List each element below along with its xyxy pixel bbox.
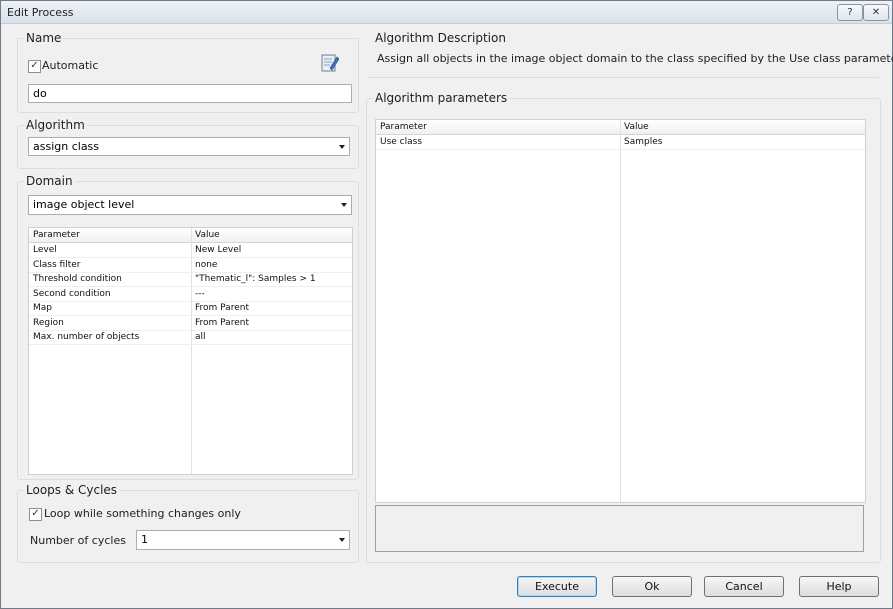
execute-button[interactable]: Execute (517, 576, 597, 597)
column-header-parameter: Parameter (380, 122, 427, 132)
domain-parameter-grid[interactable]: Parameter Value Level New Level Class fi… (28, 227, 353, 475)
number-of-cycles-select[interactable]: 1 (136, 530, 350, 550)
algorithm-group-title: Algorithm (24, 118, 87, 132)
table-row[interactable]: Second condition --- (29, 287, 352, 302)
parameter-cell: Class filter (33, 259, 81, 270)
parameter-cell: Second condition (33, 288, 111, 299)
table-row[interactable]: Map From Parent (29, 301, 352, 316)
algorithm-parameters-title: Algorithm parameters (373, 91, 510, 105)
name-group-title: Name (24, 31, 64, 45)
ok-button[interactable]: Ok (612, 576, 692, 597)
value-cell[interactable]: all (195, 330, 206, 344)
table-row[interactable]: Region From Parent (29, 316, 352, 331)
table-row[interactable]: Use class Samples (376, 135, 865, 150)
column-header-parameter: Parameter (33, 230, 80, 240)
parameter-cell: Max. number of objects (33, 332, 140, 342)
algorithm-parameters-group: Algorithm parameters Parameter Value Use… (366, 91, 881, 563)
edit-document-icon[interactable] (321, 53, 340, 73)
algorithm-group: Algorithm assign class (17, 118, 359, 169)
chevron-down-icon (339, 538, 345, 542)
help-title-button[interactable]: ? (837, 4, 863, 21)
loop-while-changes-checkbox[interactable]: ✓ (29, 508, 42, 521)
column-header-value: Value (624, 122, 649, 132)
number-of-cycles-value: 1 (141, 533, 148, 546)
column-header-value: Value (195, 230, 220, 240)
window-title: Edit Process (7, 6, 74, 19)
algorithm-select-value: assign class (33, 140, 100, 153)
domain-select[interactable]: image object level (28, 195, 352, 215)
value-cell[interactable]: From Parent (195, 316, 249, 330)
table-row[interactable]: Class filter none (29, 258, 352, 273)
algorithm-parameter-grid[interactable]: Parameter Value Use class Samples (375, 119, 866, 503)
domain-group: Domain image object level Parameter Valu… (17, 174, 359, 480)
parameter-help-pane (375, 505, 864, 552)
value-cell[interactable]: --- (195, 287, 205, 301)
table-row[interactable]: Max. number of objects all (29, 330, 352, 345)
value-cell[interactable]: From Parent (195, 301, 249, 315)
loop-while-changes-label: Loop while something changes only (44, 507, 241, 520)
algorithm-description-text: Assign all objects in the image object d… (377, 52, 893, 65)
automatic-label: Automatic (42, 59, 99, 72)
loops-cycles-group-title: Loops & Cycles (24, 483, 120, 497)
title-bar: Edit Process ? ✕ (1, 1, 892, 24)
algorithm-description-group: Algorithm Description Assign all objects… (366, 31, 893, 78)
value-cell[interactable]: "Thematic_l": Samples > 1 (195, 272, 316, 286)
table-row[interactable]: Level New Level (29, 243, 352, 258)
algorithm-description-title: Algorithm Description (373, 31, 508, 45)
number-of-cycles-label: Number of cycles (30, 534, 126, 547)
parameter-cell: Use class (380, 137, 423, 147)
close-title-button[interactable]: ✕ (863, 4, 889, 21)
algorithm-select[interactable]: assign class (28, 137, 350, 156)
parameter-cell: Level (33, 245, 57, 255)
table-row[interactable]: Threshold condition "Thematic_l": Sample… (29, 272, 352, 287)
name-group: Name ✓ Automatic do (17, 31, 359, 113)
help-button[interactable]: Help (799, 576, 879, 597)
parameter-cell: Region (33, 317, 64, 328)
parameter-cell: Threshold condition (33, 274, 122, 284)
chevron-down-icon (341, 203, 347, 207)
value-cell[interactable]: New Level (195, 243, 241, 257)
cancel-button[interactable]: Cancel (704, 576, 784, 597)
column-divider (620, 120, 621, 502)
edit-process-window: Edit Process ? ✕ Name ✓ Automatic do Alg… (0, 0, 893, 609)
automatic-checkbox[interactable]: ✓ (28, 60, 41, 73)
domain-group-title: Domain (24, 174, 75, 188)
domain-select-value: image object level (33, 198, 135, 211)
loops-cycles-group: Loops & Cycles ✓ Loop while something ch… (17, 483, 359, 563)
parameter-cell: Map (33, 303, 52, 313)
name-field[interactable]: do (28, 84, 352, 103)
chevron-down-icon (339, 145, 345, 149)
value-cell[interactable]: none (195, 258, 217, 272)
value-cell[interactable]: Samples (624, 135, 662, 149)
